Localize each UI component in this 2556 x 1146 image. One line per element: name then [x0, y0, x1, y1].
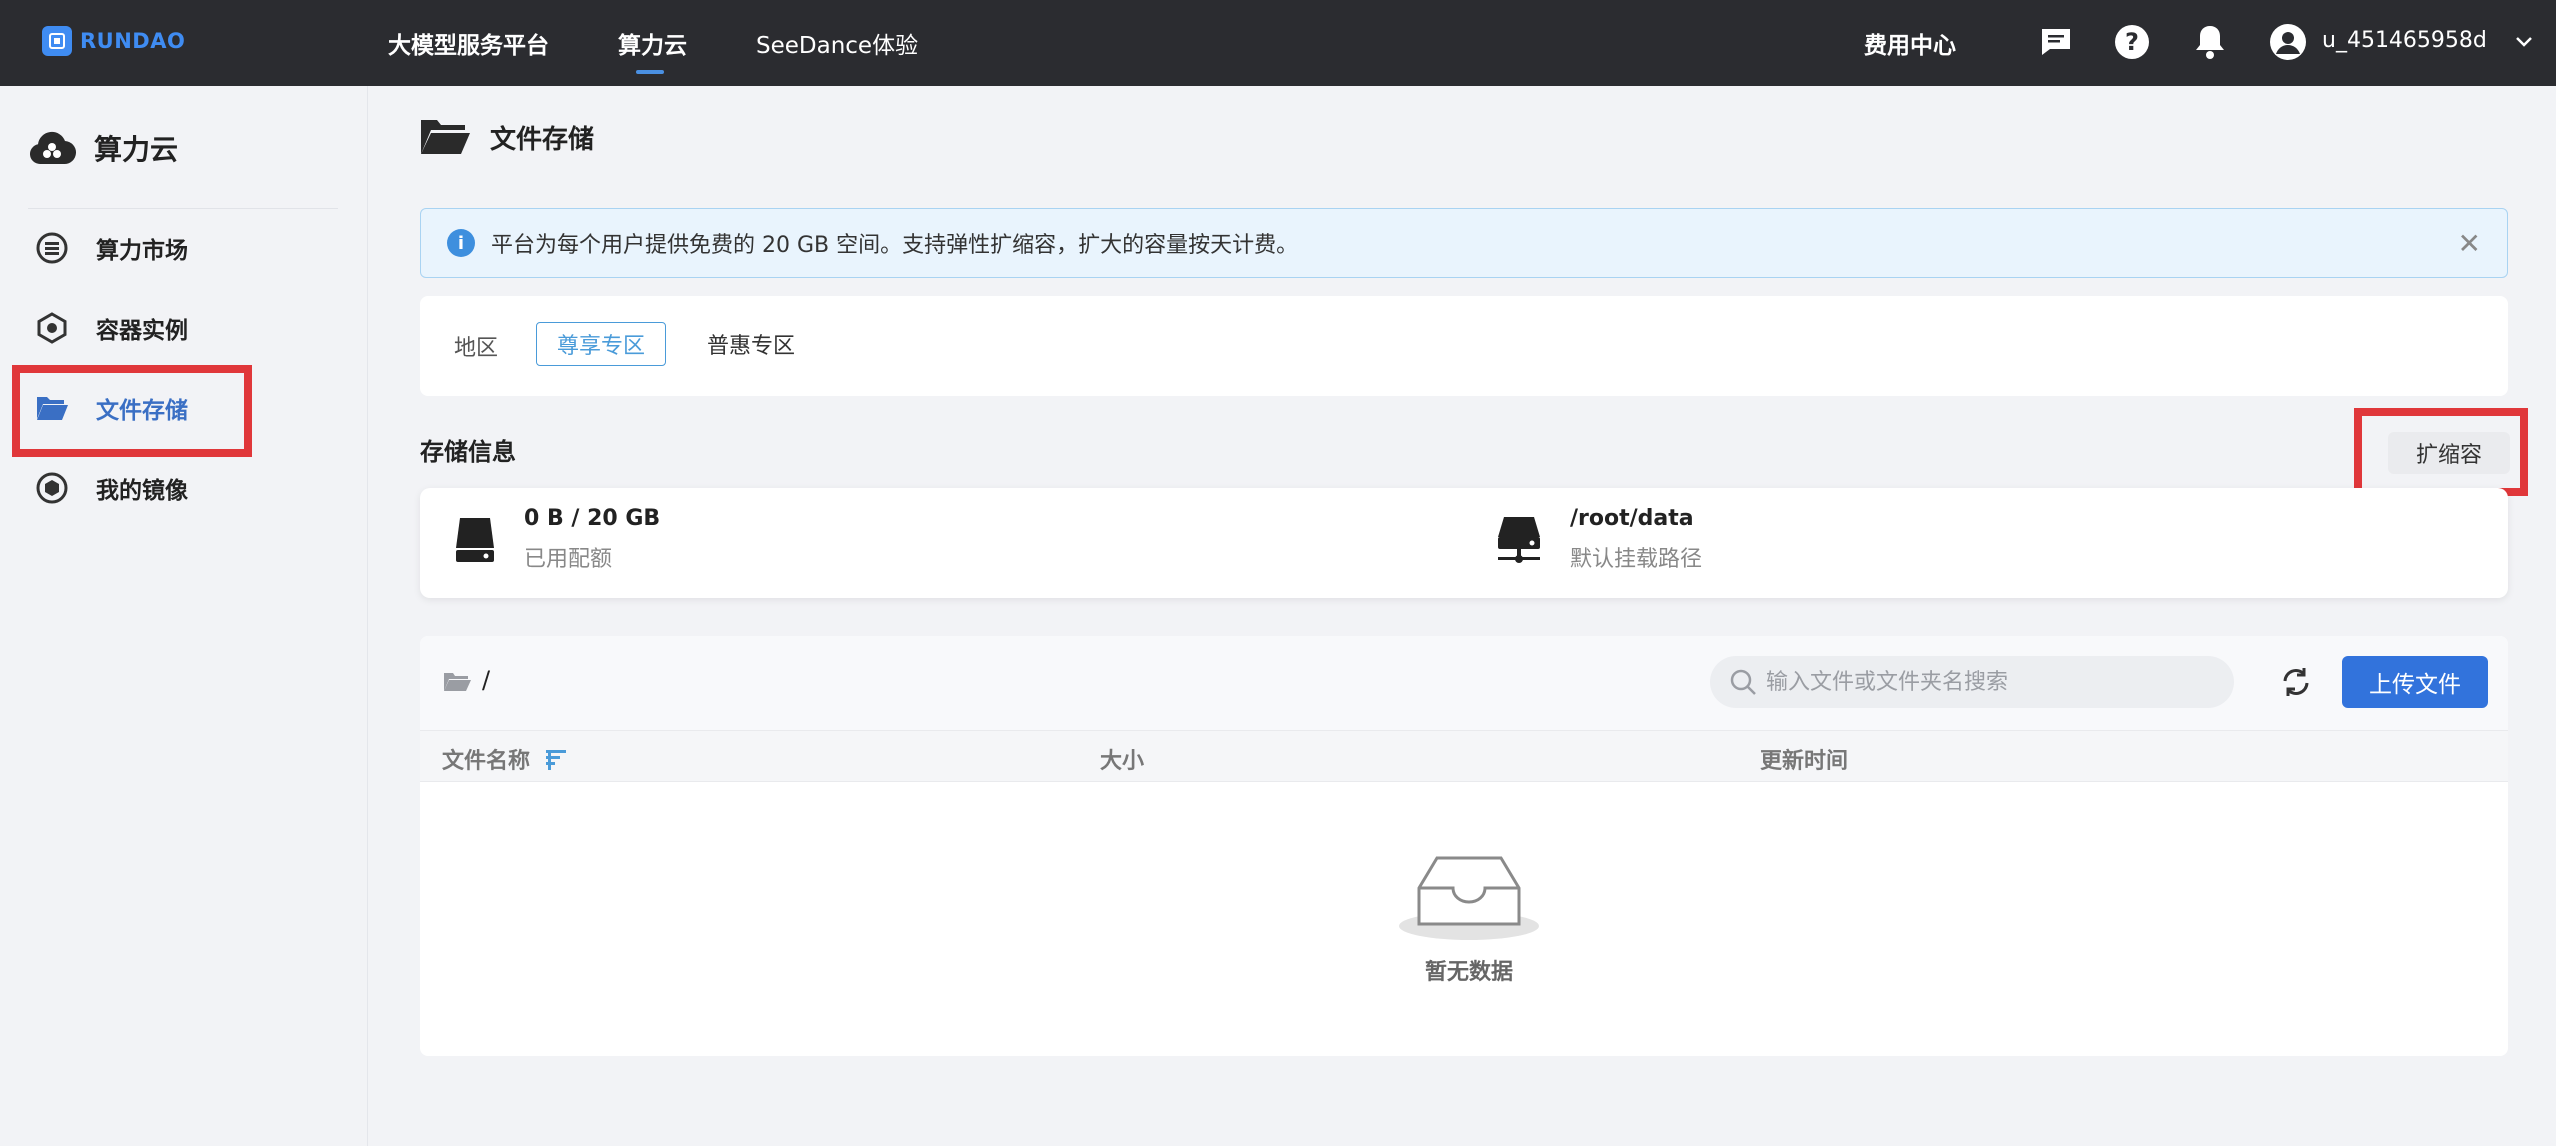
market-icon: [34, 230, 70, 266]
username[interactable]: u_451465958d: [2322, 28, 2487, 53]
region-tab-standard[interactable]: 普惠专区: [696, 322, 806, 366]
storage-info-card: 0 B / 20 GB 已用配额 /root/data 默认挂载路径: [420, 488, 2508, 598]
file-search: [1710, 656, 2234, 708]
page-header: 文件存储: [418, 116, 594, 158]
sidebar-divider: [28, 208, 338, 209]
region-tab-premium[interactable]: 尊享专区: [536, 322, 666, 366]
storage-section-label: 存储信息: [420, 438, 516, 466]
empty-inbox-icon: [1399, 856, 1539, 940]
brand-logo-icon: [42, 26, 72, 56]
quota-value: 0 B / 20 GB: [524, 506, 661, 531]
quota-block: 0 B / 20 GB 已用配额: [454, 506, 660, 573]
top-nav: RUNDAO 大模型服务平台 算力云 SeeDance体验 费用中心 ? u_4…: [0, 0, 2556, 86]
table-header: 文件名称 大小 更新时间: [420, 730, 2508, 782]
svg-text:?: ?: [2125, 28, 2139, 56]
folder-open-icon: [444, 673, 471, 691]
column-header-updated: 更新时间: [1760, 749, 1849, 774]
mount-block: /root/data 默认挂载路径: [1496, 506, 1702, 573]
image-cube-icon: [34, 470, 70, 506]
nav-item-llm-platform[interactable]: 大模型服务平台: [388, 26, 549, 60]
sidebar-title: 算力云: [28, 128, 178, 168]
close-icon[interactable]: ✕: [2458, 227, 2481, 260]
bell-icon[interactable]: [2190, 22, 2230, 62]
help-icon[interactable]: ?: [2112, 22, 2152, 62]
disk-icon: [456, 517, 494, 562]
sidebar-item-my-images[interactable]: 我的镜像: [34, 466, 188, 510]
quota-label: 已用配额: [524, 547, 613, 572]
file-toolbar: / 上传文件: [420, 636, 2508, 730]
highlight-box-sidebar: [12, 365, 252, 457]
file-browser: / 上传文件 文件名称 大小 更新时间 暂无数据: [420, 636, 2508, 1056]
upload-file-button[interactable]: 上传文件: [2342, 656, 2488, 708]
sidebar-item-compute-market[interactable]: 算力市场: [34, 226, 188, 270]
chevron-down-icon[interactable]: [2504, 22, 2544, 62]
info-icon: i: [447, 229, 475, 257]
highlight-box-expand: [2354, 408, 2528, 496]
mount-path-value: /root/data: [1570, 506, 1694, 531]
current-path[interactable]: /: [482, 666, 490, 694]
empty-state: 暂无数据: [1394, 848, 1544, 986]
cloud-icon: [30, 131, 76, 165]
search-icon: [1728, 667, 1758, 697]
info-alert: i 平台为每个用户提供免费的 20 GB 空间。支持弹性扩缩容，扩大的容量按天计…: [420, 208, 2508, 278]
sort-icon[interactable]: [544, 747, 568, 771]
region-selector: 地区 尊享专区 普惠专区: [420, 296, 2508, 396]
region-label: 地区: [454, 336, 499, 361]
refresh-icon[interactable]: [2276, 662, 2316, 702]
billing-center-link[interactable]: 费用中心: [1864, 26, 1956, 60]
sidebar: 算力云 算力市场 容器实例 文件存储 我的镜像: [0, 86, 368, 1146]
message-icon[interactable]: [2036, 22, 2076, 62]
nav-item-compute-cloud[interactable]: 算力云: [618, 26, 687, 60]
search-input[interactable]: [1766, 669, 2206, 695]
container-icon: [34, 310, 70, 346]
server-network-icon: [1498, 516, 1540, 563]
mount-path-label: 默认挂载路径: [1570, 547, 1703, 572]
brand-logo[interactable]: RUNDAO: [42, 26, 185, 56]
sidebar-item-container-instances[interactable]: 容器实例: [34, 306, 188, 350]
page-title: 文件存储: [490, 124, 595, 155]
column-header-size: 大小: [1100, 749, 1145, 774]
column-header-name[interactable]: 文件名称: [442, 743, 568, 775]
nav-item-seedance[interactable]: SeeDance体验: [756, 26, 918, 60]
folder-open-icon: [421, 120, 470, 154]
alert-text: 平台为每个用户提供免费的 20 GB 空间。支持弹性扩缩容，扩大的容量按天计费。: [491, 233, 1299, 258]
nav-active-indicator: [636, 70, 664, 74]
user-avatar-icon[interactable]: [2268, 22, 2308, 62]
brand-name: RUNDAO: [80, 29, 186, 53]
